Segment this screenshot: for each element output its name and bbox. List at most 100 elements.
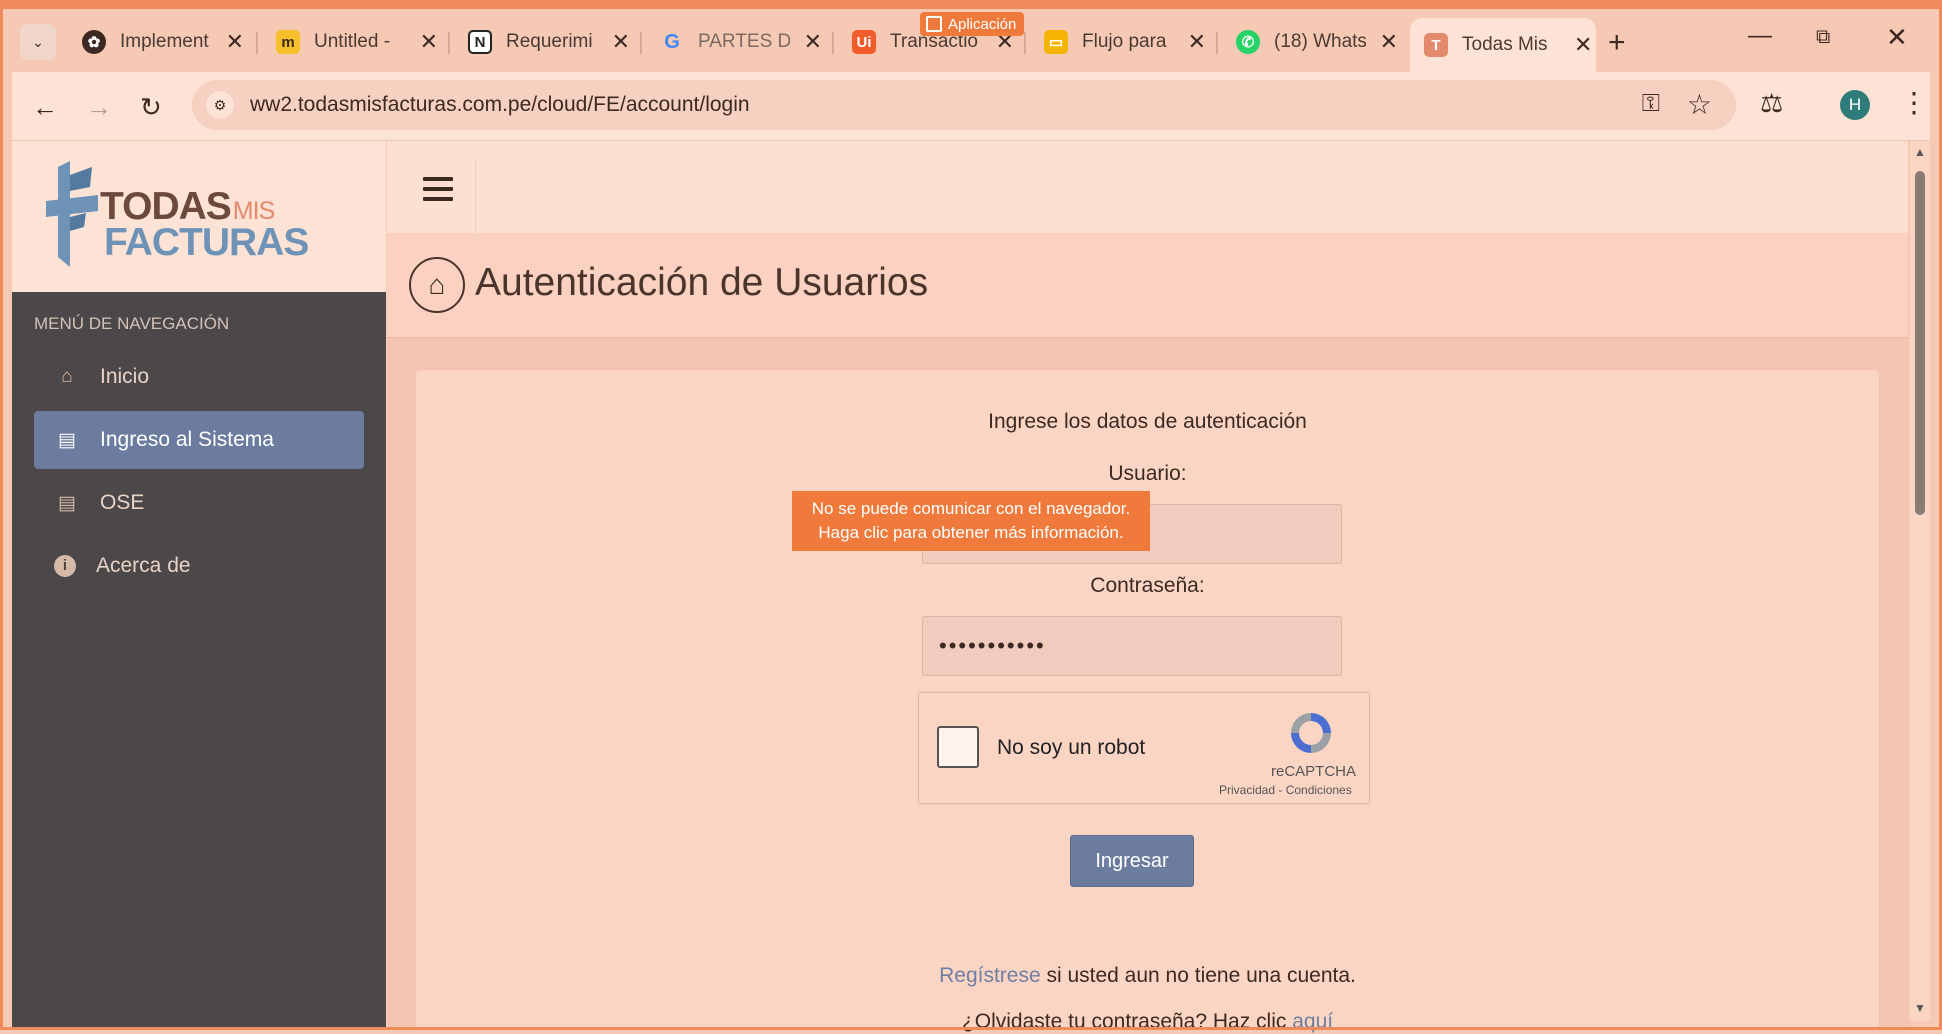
page-scrollbar[interactable]: ▲ ▼: [1910, 141, 1930, 1021]
hamburger-menu-button[interactable]: [423, 177, 453, 207]
menu-icon[interactable]: ⋮: [1900, 86, 1928, 119]
close-icon[interactable]: ✕: [1188, 29, 1206, 55]
home-icon: ⌂: [409, 257, 465, 313]
sidebar-item-ose[interactable]: ▤ OSE: [34, 474, 364, 532]
list-icon: ▤: [58, 429, 76, 451]
login-instructions: Ingrese los datos de autenticación: [988, 410, 1307, 433]
close-icon[interactable]: ✕: [1574, 32, 1592, 58]
close-icon[interactable]: ✕: [804, 29, 822, 55]
page-title-bar: ⌂ Autenticación de Usuarios: [387, 233, 1908, 338]
tab-whatsapp[interactable]: ✆ (18) Whats ✕: [1222, 20, 1398, 64]
close-icon: ✕: [1886, 22, 1908, 52]
google-icon: G: [664, 30, 680, 53]
tooltip-line-2: Haga clic para obtener más información.: [818, 523, 1124, 542]
tab-title: Implement: [120, 31, 209, 52]
site-info-icon[interactable]: ⚙: [206, 91, 234, 119]
whatsapp-icon: ✆: [1236, 30, 1260, 54]
sidebar-header: MENÚ DE NAVEGACIÓN: [34, 314, 230, 333]
tab-partes[interactable]: G PARTES DE ✕: [646, 20, 822, 64]
page-title: Autenticación de Usuarios: [475, 261, 929, 304]
sidebar-item-ingreso[interactable]: ▤ Ingreso al Sistema: [34, 411, 364, 469]
close-window-button[interactable]: ✕: [1886, 22, 1908, 53]
app-badge: Aplicación: [920, 12, 1025, 36]
bookmark-star-icon[interactable]: ☆: [1687, 88, 1712, 121]
recaptcha-links[interactable]: Privacidad - Condiciones: [1219, 783, 1352, 797]
login-card: Ingrese los datos de autenticación Usuar…: [416, 370, 1879, 1033]
openai-icon: ✿: [82, 30, 106, 54]
recaptcha-checkbox[interactable]: [937, 726, 979, 768]
scroll-down-icon[interactable]: ▼: [1914, 1001, 1926, 1015]
profile-avatar[interactable]: H: [1840, 90, 1870, 120]
info-icon: i: [54, 555, 76, 577]
browser-toolbar: ← → ↻ ⚙ ww2.todasmisfacturas.com.pe/clou…: [12, 72, 1930, 141]
sidebar: MENÚ DE NAVEGACIÓN ⌂ Inicio ▤ Ingreso al…: [12, 292, 386, 1030]
restore-icon: ⧉: [1816, 26, 1831, 48]
password-value: •••••••••••: [939, 633, 1046, 658]
password-field[interactable]: •••••••••••: [922, 616, 1342, 676]
sidebar-item-label: Inicio: [100, 365, 150, 388]
reload-icon: ↻: [140, 92, 162, 122]
minimize-button[interactable]: —: [1748, 22, 1772, 50]
tab-separator: [640, 32, 642, 54]
register-suffix: si usted aun no tiene una cuenta.: [1040, 964, 1356, 987]
tab-untitled[interactable]: m Untitled - ✕: [262, 20, 438, 64]
scroll-thumb[interactable]: [1915, 171, 1925, 515]
extensions-icon[interactable]: ⚖: [1760, 88, 1783, 119]
url-text[interactable]: ww2.todasmisfacturas.com.pe/cloud/FE/acc…: [250, 93, 750, 117]
tab-separator: [1216, 32, 1218, 54]
sidebar-item-label: OSE: [100, 491, 145, 514]
tab-title: Untitled -: [314, 31, 391, 52]
tab-separator: [256, 32, 258, 54]
arrow-left-icon: ←: [32, 92, 58, 122]
sidebar-item-label: Ingreso al Sistema: [100, 428, 274, 451]
tab-title: PARTES DE: [698, 31, 790, 52]
password-key-icon[interactable]: ⚿: [1642, 90, 1660, 118]
ingresar-button[interactable]: Ingresar: [1070, 835, 1194, 887]
tab-requerimientos[interactable]: N Requerimi ✕: [454, 20, 630, 64]
forgot-password-text: ¿Olvidaste tu contraseña? Haz clic aquí: [416, 1010, 1879, 1034]
sidebar-item-inicio[interactable]: ⌂ Inicio: [34, 348, 364, 406]
uipath-icon: Ui: [852, 30, 876, 54]
close-icon[interactable]: ✕: [1380, 29, 1398, 55]
register-text: Regístrese si usted aun no tiene una cue…: [416, 964, 1879, 988]
minimize-icon: —: [1748, 22, 1772, 49]
site-logo[interactable]: TODASMIS FACTURAS: [12, 141, 386, 292]
scroll-up-icon[interactable]: ▲: [1914, 145, 1926, 159]
plus-icon: +: [1608, 26, 1626, 59]
tooltip-line-1: No se puede comunicar con el navegador.: [811, 499, 1131, 518]
notion-icon: N: [468, 30, 492, 54]
back-button[interactable]: ←: [32, 92, 58, 123]
tab-implement[interactable]: ✿ Implement ✕: [68, 20, 244, 64]
ingresar-label: Ingresar: [1095, 849, 1169, 872]
slides-icon: ▭: [1044, 30, 1068, 54]
tab-todas-mis-facturas[interactable]: T Todas Mis ✕: [1410, 18, 1596, 72]
todasmisfacturas-icon: T: [1424, 33, 1448, 57]
tab-separator: [832, 32, 834, 54]
tab-title: Requerimi: [506, 31, 593, 52]
address-bar[interactable]: ⚙ ww2.todasmisfacturas.com.pe/cloud/FE/a…: [192, 80, 1736, 130]
reload-button[interactable]: ↻: [140, 92, 162, 123]
app-badge-label: Aplicación: [948, 15, 1017, 33]
close-icon[interactable]: ✕: [226, 29, 244, 55]
recaptcha-widget: No soy un robot reCAPTCHA Privacidad - C…: [918, 692, 1370, 804]
sidebar-item-acerca[interactable]: i Acerca de: [34, 537, 364, 595]
sidebar-item-label: Acerca de: [96, 554, 191, 577]
new-tab-button[interactable]: +: [1608, 26, 1626, 60]
register-link[interactable]: Regístrese: [939, 964, 1041, 987]
tab-title: (18) Whats: [1274, 31, 1366, 52]
recaptcha-label: No soy un robot: [997, 736, 1146, 759]
list-icon: ▤: [58, 492, 76, 514]
profile-initial: H: [1848, 95, 1862, 114]
recaptcha-brand: reCAPTCHA: [1271, 763, 1357, 780]
browser-communication-tooltip[interactable]: No se puede comunicar con el navegador. …: [792, 491, 1150, 551]
close-icon[interactable]: ✕: [420, 29, 438, 55]
close-icon[interactable]: ✕: [612, 29, 630, 55]
tab-search-button[interactable]: ⌄: [20, 24, 56, 60]
tab-strip: ⌄ ✿ Implement ✕ m Untitled - ✕ N Requeri…: [0, 0, 1942, 72]
tab-flujo[interactable]: ▭ Flujo para ✕: [1030, 20, 1206, 64]
password-label: Contraseña:: [1090, 574, 1205, 597]
main-header: [387, 141, 1908, 234]
tab-title: Todas Mis: [1462, 34, 1548, 55]
restore-button[interactable]: ⧉: [1816, 26, 1830, 49]
forward-button[interactable]: →: [86, 92, 112, 123]
